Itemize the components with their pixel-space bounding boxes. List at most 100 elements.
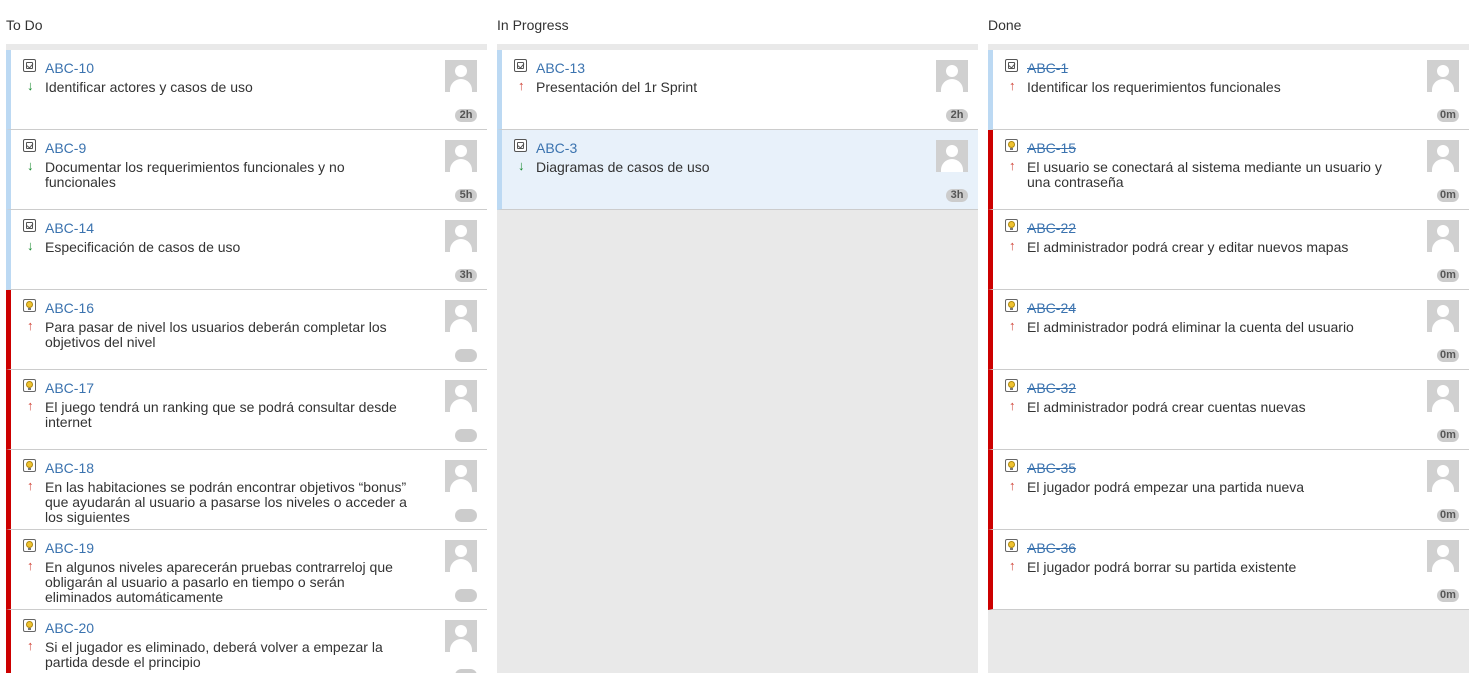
issue-card[interactable]: ABC-15 ↑ El usuario se conectará al sistem… (988, 130, 1469, 210)
issue-card[interactable]: ABC-14 ↓ Especificación de casos de uso 3h (6, 210, 487, 290)
issue-card[interactable]: ABC-24 ↑ El administrador podrá eliminar l… (988, 290, 1469, 370)
estimate-badge: 0m (1437, 269, 1459, 282)
issue-card[interactable]: ABC-32 ↑ El administrador podrá crear cuen… (988, 370, 1469, 450)
story-type-icon (1005, 219, 1018, 232)
assignee-avatar[interactable] (1427, 140, 1459, 172)
issue-card[interactable]: ABC-16 ↑ Para pasar de nivel los usuarios … (6, 290, 487, 370)
story-type-icon (23, 459, 36, 472)
assignee-avatar[interactable] (445, 380, 477, 412)
priority-high-icon: ↑ (1009, 398, 1016, 413)
story-type-icon (1005, 459, 1018, 472)
estimate-badge: 2h (455, 109, 477, 122)
assignee-avatar[interactable] (1427, 300, 1459, 332)
issue-key-link[interactable]: ABC-19 (45, 540, 94, 556)
issue-key-link[interactable]: ABC-22 (1027, 220, 1076, 236)
issue-key-link[interactable]: ABC-14 (45, 220, 94, 236)
column-header-todo: To Do (6, 17, 43, 33)
issue-key-link[interactable]: ABC-24 (1027, 300, 1076, 316)
priority-high-icon: ↑ (1009, 558, 1016, 573)
assignee-avatar[interactable] (936, 60, 968, 92)
issue-card[interactable]: ABC-1 ↑ Identificar los requerimientos fun… (988, 50, 1469, 130)
estimate-badge: 0m (1437, 589, 1459, 602)
priority-low-icon: ↓ (27, 158, 34, 173)
issue-card[interactable]: ABC-3 ↓ Diagramas de casos de uso 3h (497, 130, 978, 210)
story-type-icon (1005, 139, 1018, 152)
issue-key-link[interactable]: ABC-1 (1027, 60, 1068, 76)
priority-high-icon: ↑ (1009, 158, 1016, 173)
priority-high-icon: ↑ (27, 318, 34, 333)
assignee-avatar[interactable] (445, 460, 477, 492)
issue-key-link[interactable]: ABC-35 (1027, 460, 1076, 476)
story-type-icon (23, 299, 36, 312)
story-type-icon (23, 379, 36, 392)
issue-card[interactable]: ABC-10 ↓ Identificar actores y casos de us… (6, 50, 487, 130)
issue-key-link[interactable]: ABC-16 (45, 300, 94, 316)
column-done: ABC-1 ↑ Identificar los requerimientos fun… (988, 44, 1469, 673)
task-type-icon (514, 139, 527, 152)
estimate-badge: 0m (1437, 429, 1459, 442)
column-in-progress: ABC-13 ↑ Presentación del 1r Sprint 2h ABC-3… (497, 44, 978, 673)
issue-summary: El jugador podrá borrar su partida exist… (1027, 559, 1297, 575)
task-type-icon (1005, 59, 1018, 72)
issue-key-link[interactable]: ABC-3 (536, 140, 577, 156)
assignee-avatar[interactable] (1427, 60, 1459, 92)
issue-card[interactable]: ABC-17 ↑ El juego tendrá un ranking que se… (6, 370, 487, 450)
priority-high-icon: ↑ (27, 398, 34, 413)
assignee-avatar[interactable] (445, 300, 477, 332)
estimate-badge: 3h (946, 189, 968, 202)
issue-card[interactable]: ABC-19 ↑ En algunos niveles aparecerán pru… (6, 530, 487, 610)
estimate-badge: 0m (1437, 509, 1459, 522)
priority-high-icon: ↑ (1009, 238, 1016, 253)
estimate-badge (455, 589, 477, 602)
estimate-badge: 0m (1437, 109, 1459, 122)
priority-high-icon: ↑ (1009, 318, 1016, 333)
estimate-badge: 2h (946, 109, 968, 122)
issue-key-link[interactable]: ABC-36 (1027, 540, 1076, 556)
issue-key-link[interactable]: ABC-20 (45, 620, 94, 636)
assignee-avatar[interactable] (445, 220, 477, 252)
story-type-icon (23, 539, 36, 552)
assignee-avatar[interactable] (445, 60, 477, 92)
estimate-badge: 0m (1437, 189, 1459, 202)
assignee-avatar[interactable] (445, 620, 477, 652)
issue-card[interactable]: ABC-13 ↑ Presentación del 1r Sprint 2h (497, 50, 978, 130)
assignee-avatar[interactable] (445, 540, 477, 572)
issue-key-link[interactable]: ABC-15 (1027, 140, 1076, 156)
priority-high-icon: ↑ (27, 478, 34, 493)
issue-key-link[interactable]: ABC-9 (45, 140, 86, 156)
issue-summary: El administrador podrá eliminar la cuent… (1027, 319, 1354, 335)
issue-summary: En las habitaciones se podrán encontrar … (45, 479, 407, 525)
assignee-avatar[interactable] (1427, 460, 1459, 492)
issue-card[interactable]: ABC-35 ↑ El jugador podrá empezar una part… (988, 450, 1469, 530)
estimate-badge (455, 429, 477, 442)
issue-summary: El usuario se conectará al sistema media… (1027, 159, 1382, 190)
issue-key-link[interactable]: ABC-32 (1027, 380, 1076, 396)
assignee-avatar[interactable] (1427, 380, 1459, 412)
story-type-icon (1005, 539, 1018, 552)
issue-card[interactable]: ABC-9 ↓ Documentar los requerimientos func… (6, 130, 487, 210)
priority-high-icon: ↑ (1009, 78, 1016, 93)
issue-card[interactable]: ABC-22 ↑ El administrador podrá crear y ed… (988, 210, 1469, 290)
issue-card[interactable]: ABC-20 ↑ Si el jugador es eliminado, deber… (6, 610, 487, 673)
assignee-avatar[interactable] (1427, 540, 1459, 572)
assignee-avatar[interactable] (936, 140, 968, 172)
issue-summary: El jugador podrá empezar una partida nue… (1027, 479, 1305, 495)
issue-summary: Presentación del 1r Sprint (536, 79, 698, 95)
assignee-avatar[interactable] (1427, 220, 1459, 252)
story-type-icon (1005, 299, 1018, 312)
assignee-avatar[interactable] (445, 140, 477, 172)
issue-key-link[interactable]: ABC-10 (45, 60, 94, 76)
issue-key-link[interactable]: ABC-13 (536, 60, 585, 76)
estimate-badge: 5h (455, 189, 477, 202)
issue-summary: El administrador podrá crear y editar nu… (1027, 239, 1349, 255)
issue-card[interactable]: ABC-36 ↑ El jugador podrá borrar su partid… (988, 530, 1469, 610)
issue-card[interactable]: ABC-18 ↑ En las habitaciones se podrán enc… (6, 450, 487, 530)
issue-summary: Para pasar de nivel los usuarios deberán… (45, 319, 387, 350)
issue-key-link[interactable]: ABC-18 (45, 460, 94, 476)
estimate-badge: 3h (455, 269, 477, 282)
issue-key-link[interactable]: ABC-17 (45, 380, 94, 396)
issue-summary: Diagramas de casos de uso (536, 159, 710, 175)
issue-summary: El administrador podrá crear cuentas nue… (1027, 399, 1306, 415)
issue-summary: Si el jugador es eliminado, deberá volve… (45, 639, 383, 670)
issue-summary: Documentar los requerimientos funcionale… (45, 159, 345, 190)
